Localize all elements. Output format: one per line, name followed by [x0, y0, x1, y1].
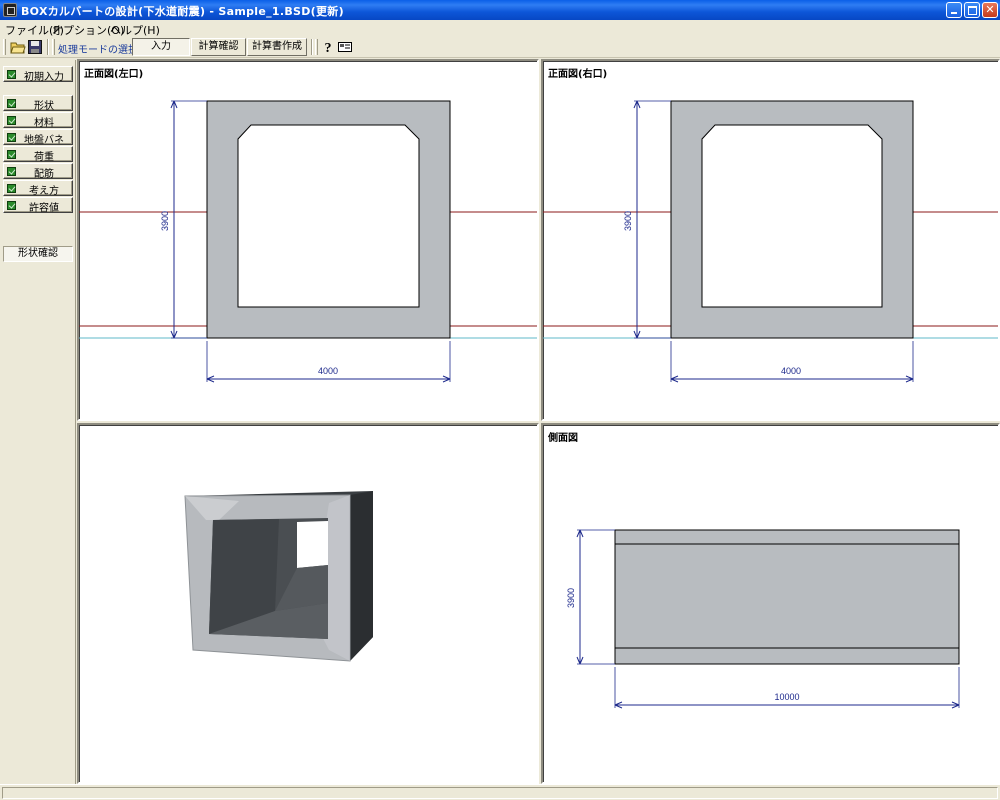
nav-label: 考え方	[29, 186, 59, 197]
window-title: BOXカルバートの設計(下水道耐震) - Sample_1.BSD(更新)	[21, 5, 344, 18]
open-folder-icon[interactable]	[10, 39, 26, 55]
nav-item-allowable[interactable]: 許容値	[3, 197, 73, 214]
check-icon	[7, 116, 16, 125]
width-dimension-label: 4000	[781, 366, 801, 376]
nav-item-material[interactable]: 材料	[3, 112, 73, 129]
height-dimension-label: 3900	[623, 211, 633, 231]
toolbar-grip[interactable]	[3, 39, 6, 55]
nav-item-approach[interactable]: 考え方	[3, 180, 73, 197]
nav-item-reinforcement[interactable]: 配筋	[3, 163, 73, 180]
toolbar-separator	[311, 39, 313, 55]
nav-initial-input-button[interactable]: 初期入力	[3, 66, 73, 83]
mode-input-button[interactable]: 入力	[132, 38, 190, 56]
nav-item-shape[interactable]: 形状	[3, 95, 73, 112]
length-dimension-label: 10000	[774, 692, 799, 702]
nav-item-ground-spring[interactable]: 地盤バネ	[3, 129, 73, 146]
toolbar-grip[interactable]	[52, 39, 55, 55]
app-icon[interactable]	[3, 3, 17, 17]
box-side-face	[350, 491, 373, 661]
3d-box-drawing	[184, 491, 373, 662]
front-view-left-drawing: 3900 4000	[79, 100, 537, 383]
check-icon	[7, 150, 16, 159]
title-bar[interactable]: BOXカルバートの設計(下水道耐震) - Sample_1.BSD(更新) ✕	[0, 0, 1000, 20]
side-view-drawing: 3900 10000	[566, 529, 960, 709]
mode-calc-check-button[interactable]: 計算確認	[191, 38, 246, 56]
status-bar	[0, 784, 1000, 800]
save-icon[interactable]	[27, 39, 43, 55]
box-inner-opening	[701, 124, 883, 308]
left-panel: 初期入力 形状 材料 地盤バネ 荷重 配筋 考え方 許容値 形状確認	[0, 60, 76, 784]
front-view-right-pane[interactable]: 正面図(右口) 3900 4000	[541, 59, 1000, 421]
app-window: BOXカルバートの設計(下水道耐震) - Sample_1.BSD(更新) ✕ …	[0, 0, 1000, 800]
box-side-body	[614, 529, 960, 665]
side-view-pane[interactable]: 側面図 3900 10000	[541, 423, 1000, 784]
check-icon	[7, 184, 16, 193]
3d-view-pane[interactable]	[77, 423, 539, 784]
maximize-icon	[968, 6, 977, 15]
check-icon	[7, 167, 16, 176]
nav-item-load[interactable]: 荷重	[3, 146, 73, 163]
check-icon	[7, 99, 16, 108]
close-button[interactable]: ✕	[982, 2, 998, 18]
height-dimension-label: 3900	[566, 588, 576, 608]
shape-check-tab[interactable]: 形状確認	[3, 246, 73, 262]
about-icon[interactable]	[337, 39, 353, 55]
box-inner-opening	[237, 124, 420, 308]
nav-label: 許容値	[29, 203, 59, 214]
nav-label: 形状	[34, 101, 54, 112]
mode-select-label: 処理モードの選択	[58, 45, 138, 56]
close-icon: ✕	[985, 3, 995, 16]
check-icon	[7, 201, 16, 210]
front-view-left-pane[interactable]: 正面図(左口) 3900 4000	[77, 59, 539, 421]
front-view-right-drawing: 3900 4000	[543, 100, 998, 383]
nav-label: 初期入力	[24, 72, 64, 83]
nav-label: 地盤バネ	[24, 135, 64, 146]
minimize-icon	[951, 12, 957, 14]
minimize-button[interactable]	[946, 2, 962, 18]
status-cell	[2, 787, 998, 799]
nav-label: 材料	[34, 118, 54, 129]
maximize-button[interactable]	[964, 2, 980, 18]
svg-text:?: ?	[325, 41, 332, 55]
toolbar-grip[interactable]	[315, 39, 318, 55]
check-icon	[7, 70, 16, 79]
toolbar-separator	[47, 39, 49, 55]
nav-label: 配筋	[34, 169, 54, 180]
menu-bar: ファイル(F) オプション(O) ヘルプ(H)	[0, 20, 1000, 37]
mode-report-button[interactable]: 計算書作成	[247, 38, 307, 56]
check-icon	[7, 133, 16, 142]
nav-label: 荷重	[34, 152, 54, 163]
box-far-opening	[297, 521, 328, 568]
width-dimension-label: 4000	[318, 366, 338, 376]
help-icon[interactable]: ?	[320, 39, 336, 55]
height-dimension-label: 3900	[160, 211, 170, 231]
toolbar: 処理モードの選択 入力 計算確認 計算書作成 ?	[0, 36, 1000, 58]
